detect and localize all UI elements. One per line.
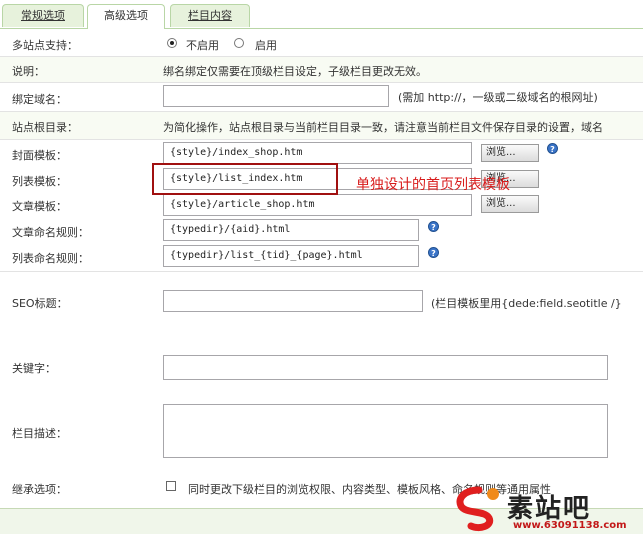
tab-advanced[interactable]: 高级选项	[87, 4, 165, 29]
description-row: 栏目描述：	[0, 394, 643, 468]
help-icon[interactable]: ?	[428, 247, 439, 258]
domain-label: 绑定域名：	[12, 93, 67, 106]
multisite-label: 多站点支持：	[12, 39, 78, 52]
list-template-label: 列表模板：	[12, 175, 67, 188]
radio-enable[interactable]	[234, 38, 244, 48]
list-rule-input[interactable]: {typedir}/list_{tid}_{page}.html	[163, 245, 419, 267]
description-textarea[interactable]	[163, 404, 608, 458]
root-dir-row: 站点根目录： 为简化操作，站点根目录与当前栏目目录一致，请注意当前栏目文件保存目…	[0, 112, 643, 140]
tab-content-label: 栏目内容	[188, 9, 232, 22]
domain-hint: (需加 http://，一级或二级域名的根网址)	[398, 91, 598, 104]
annotation-text: 单独设计的首页列表模板	[356, 177, 510, 193]
cover-template-input[interactable]: {style}/index_shop.htm	[163, 142, 472, 164]
seo-title-label: SEO标题：	[12, 297, 68, 310]
watermark-logo: 素站吧 www.63091138.com	[449, 484, 639, 532]
article-template-row: 文章模板： {style}/article_shop.htm 浏览...	[0, 192, 643, 217]
root-dir-label: 站点根目录：	[12, 121, 78, 134]
list-rule-label: 列表命名规则：	[12, 252, 89, 265]
help-icon[interactable]: ?	[547, 143, 558, 154]
keywords-input[interactable]	[163, 355, 608, 380]
article-template-browse-button[interactable]: 浏览...	[481, 195, 539, 213]
tab-advanced-label: 高级选项	[104, 9, 148, 22]
inherit-label: 继承选项：	[12, 483, 67, 496]
note-text: 绑名绑定仅需要在顶级栏目设定，子级栏目更改无效。	[163, 65, 427, 78]
help-icon[interactable]: ?	[428, 221, 439, 232]
radio-enable-label: 启用	[255, 39, 277, 52]
article-template-input[interactable]: {style}/article_shop.htm	[163, 194, 472, 216]
logo-icon	[456, 486, 499, 532]
note-label: 说明：	[12, 65, 45, 78]
cover-template-browse-button[interactable]: 浏览...	[481, 144, 539, 162]
radio-disable[interactable]	[167, 38, 177, 48]
seo-title-row: SEO标题： (栏目模板里用{dede:field.seotitle /}	[0, 272, 643, 344]
article-rule-row: 文章命名规则： {typedir}/{aid}.html ?	[0, 217, 643, 243]
article-rule-label: 文章命名规则：	[12, 226, 89, 239]
article-rule-input[interactable]: {typedir}/{aid}.html	[163, 219, 419, 241]
domain-input[interactable]	[163, 85, 389, 107]
list-rule-row: 列表命名规则： {typedir}/list_{tid}_{page}.html…	[0, 243, 643, 272]
multisite-row: 多站点支持： 不启用 启用	[0, 30, 643, 57]
radio-disable-label: 不启用	[186, 39, 219, 52]
tab-bar: 常规选项 高级选项 栏目内容	[0, 0, 643, 29]
tab-content[interactable]: 栏目内容	[170, 4, 250, 27]
note-row: 说明： 绑名绑定仅需要在顶级栏目设定，子级栏目更改无效。	[0, 57, 643, 83]
tab-general-label: 常规选项	[21, 9, 65, 22]
tab-general[interactable]: 常规选项	[2, 4, 84, 27]
description-label: 栏目描述：	[12, 427, 67, 440]
keywords-row: 关键字：	[0, 344, 643, 394]
seo-title-input[interactable]	[163, 290, 423, 312]
annotation-box	[152, 163, 338, 195]
domain-row: 绑定域名： (需加 http://，一级或二级域名的根网址)	[0, 83, 643, 112]
article-template-label: 文章模板：	[12, 200, 67, 213]
inherit-checkbox[interactable]	[166, 481, 176, 491]
seo-title-hint: (栏目模板里用{dede:field.seotitle /}	[431, 297, 622, 310]
keywords-label: 关键字：	[12, 362, 56, 375]
cover-template-label: 封面模板：	[12, 149, 67, 162]
root-dir-text: 为简化操作，站点根目录与当前栏目目录一致，请注意当前栏目文件保存目录的设置，域名	[163, 121, 603, 134]
logo-url: www.63091138.com	[513, 520, 627, 531]
